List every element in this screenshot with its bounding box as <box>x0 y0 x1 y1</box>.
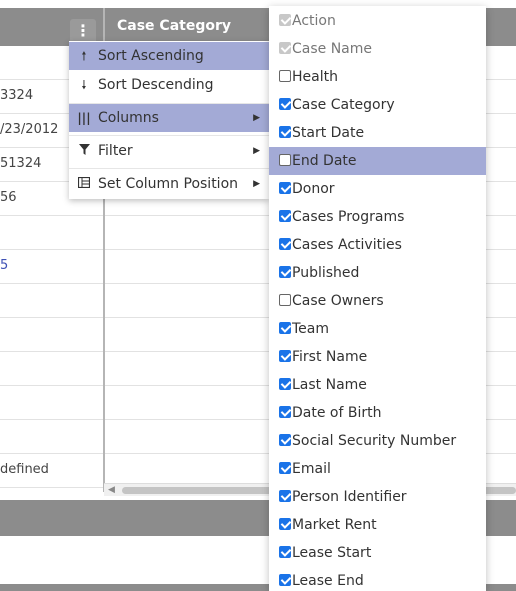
column-option-label: Lease Start <box>292 545 372 561</box>
column-checkbox[interactable] <box>279 462 291 474</box>
menu-filter-label: Filter <box>98 143 133 159</box>
columns-icon: ||| <box>77 111 91 125</box>
column-checkbox[interactable] <box>279 182 291 194</box>
table-cell-text: 56 <box>0 190 17 205</box>
column-option-label: End Date <box>292 153 357 169</box>
column-checkbox[interactable] <box>279 294 291 306</box>
column-checkbox[interactable] <box>279 266 291 278</box>
table-cell-text: 3324 <box>0 88 34 103</box>
column-option-label: Email <box>292 461 331 477</box>
column-option[interactable]: Date of Birth <box>269 399 486 427</box>
column-checkbox <box>279 14 291 26</box>
column-option-label: Lease End <box>292 573 364 589</box>
menu-sort-descending-label: Sort Descending <box>98 77 214 93</box>
column-option-label: Case Owners <box>292 293 384 309</box>
table-cell: 5 <box>0 258 100 273</box>
column-checkbox[interactable] <box>279 98 291 110</box>
column-checkbox[interactable] <box>279 406 291 418</box>
column-option-label: Start Date <box>292 125 365 141</box>
submenu-arrow-icon: ▶ <box>253 179 260 189</box>
menu-set-column-position-label: Set Column Position <box>98 176 239 192</box>
column-option[interactable]: Team <box>269 315 486 343</box>
column-checkbox[interactable] <box>279 518 291 530</box>
column-option[interactable]: Published <box>269 259 486 287</box>
table-cell: defined <box>0 462 100 477</box>
filter-icon <box>77 137 91 165</box>
table-cell-text: 5 <box>0 258 9 273</box>
column-checkbox[interactable] <box>279 322 291 334</box>
submenu-arrow-icon: ▶ <box>253 146 260 156</box>
column-checkbox[interactable] <box>279 490 291 502</box>
column-option-label: Cases Programs <box>292 209 405 225</box>
column-option[interactable]: Start Date <box>269 119 486 147</box>
column-option-label: First Name <box>292 349 368 365</box>
menu-sort-ascending-label: Sort Ascending <box>98 48 204 64</box>
column-checkbox[interactable] <box>279 350 291 362</box>
menu-columns[interactable]: ||| Columns ▶ <box>69 104 269 132</box>
column-option-label: Date of Birth <box>292 405 382 421</box>
column-header-case-category[interactable]: Case Category <box>117 18 231 34</box>
table-cell-text: defined <box>0 462 49 477</box>
column-checkbox[interactable] <box>279 210 291 222</box>
scroll-left-arrow-icon[interactable]: ◀ <box>108 484 115 497</box>
column-option[interactable]: Market Rent <box>269 511 486 539</box>
menu-divider <box>69 168 269 169</box>
column-checkbox[interactable] <box>279 154 291 166</box>
columns-visibility-panel: Action Case Name Health Case Category Start … <box>269 6 486 591</box>
table-cell-text: 51324 <box>0 156 42 171</box>
column-checkbox[interactable] <box>279 574 291 586</box>
submenu-arrow-icon: ▶ <box>253 113 260 123</box>
table-cell-text: /23/2012 <box>0 122 59 137</box>
column-option-label: Last Name <box>292 377 367 393</box>
column-context-menu: 🠕 Sort Ascending 🠗 Sort Descending ||| Colu… <box>69 41 269 199</box>
column-checkbox[interactable] <box>279 378 291 390</box>
column-option-label: Social Security Number <box>292 433 457 449</box>
column-option-label: Action <box>292 13 336 29</box>
column-checkbox[interactable] <box>279 70 291 82</box>
menu-divider <box>69 135 269 136</box>
column-option[interactable]: Social Security Number <box>269 427 486 455</box>
column-option-label: Market Rent <box>292 517 377 533</box>
column-option[interactable]: Last Name <box>269 371 486 399</box>
column-option-label: Health <box>292 69 338 85</box>
column-option[interactable]: Cases Activities <box>269 231 486 259</box>
column-option[interactable]: Cases Programs <box>269 203 486 231</box>
column-option-label: Case Category <box>292 97 395 113</box>
column-option-label: Published <box>292 265 360 281</box>
column-option[interactable]: Person Identifier <box>269 483 486 511</box>
column-option: Action <box>269 7 486 35</box>
column-option[interactable]: Case Owners <box>269 287 486 315</box>
column-option[interactable]: First Name <box>269 343 486 371</box>
column-checkbox[interactable] <box>279 546 291 558</box>
arrow-down-icon: 🠗 <box>81 78 87 92</box>
menu-filter[interactable]: Filter ▶ <box>69 137 269 165</box>
menu-sort-descending[interactable]: 🠗 Sort Descending <box>69 71 269 99</box>
menu-columns-label: Columns <box>98 110 159 126</box>
menu-set-column-position[interactable]: Set Column Position ▶ <box>69 170 269 198</box>
column-checkbox[interactable] <box>279 434 291 446</box>
column-option[interactable]: Donor <box>269 175 486 203</box>
column-option-label: Cases Activities <box>292 237 402 253</box>
column-option-label: Donor <box>292 181 335 197</box>
column-position-icon <box>77 170 91 198</box>
column-option[interactable]: Lease Start <box>269 539 486 567</box>
column-checkbox <box>279 42 291 54</box>
column-option[interactable]: Case Category <box>269 91 486 119</box>
column-option[interactable]: Health <box>269 63 486 91</box>
column-option-label: Case Name <box>292 41 373 57</box>
column-option: Case Name <box>269 35 486 63</box>
menu-sort-ascending[interactable]: 🠕 Sort Ascending <box>69 42 269 70</box>
column-checkbox[interactable] <box>279 126 291 138</box>
column-checkbox[interactable] <box>279 238 291 250</box>
arrow-up-icon: 🠕 <box>81 49 87 63</box>
column-option[interactable]: End Date <box>269 147 486 175</box>
column-option[interactable]: Email <box>269 455 486 483</box>
column-option[interactable]: Lease End <box>269 567 486 591</box>
column-option-label: Person Identifier <box>292 489 407 505</box>
column-option-label: Team <box>292 321 330 337</box>
